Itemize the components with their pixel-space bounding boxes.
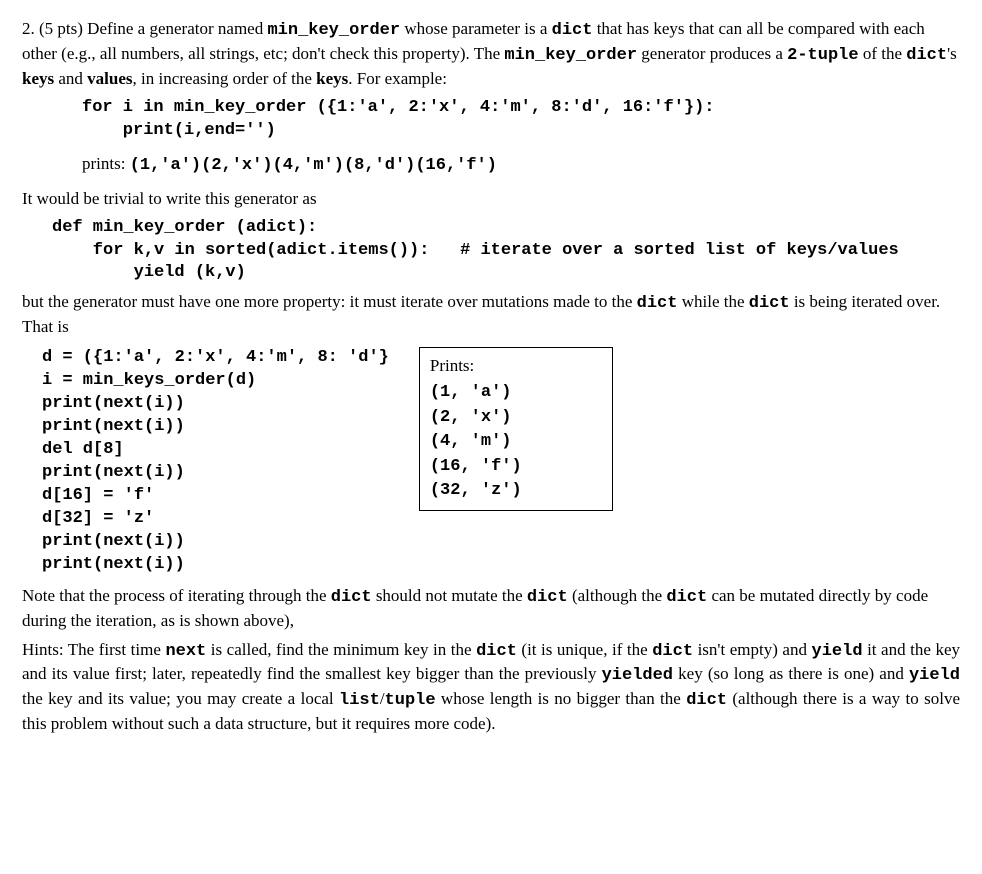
question-number: 2. (5 pts) bbox=[22, 19, 87, 38]
code-list: list bbox=[339, 691, 380, 710]
code-dict: dict bbox=[527, 588, 568, 607]
text: . For example: bbox=[348, 69, 447, 88]
code-min-key-order: min_key_order bbox=[504, 46, 637, 65]
hints-paragraph: Hints: The first time next is called, fi… bbox=[22, 639, 960, 737]
code-dict: dict bbox=[666, 588, 707, 607]
code-yield: yield bbox=[812, 642, 863, 661]
text: (it is unique, if the bbox=[517, 640, 652, 659]
text: key (so long as there is one) and bbox=[673, 664, 909, 683]
code-dict: dict bbox=[906, 46, 947, 65]
note-paragraph: Note that the process of iterating throu… bbox=[22, 585, 960, 633]
prints-output: (1,'a')(2,'x')(4,'m')(8,'d')(16,'f') bbox=[130, 156, 497, 175]
mutation-code: d = ({1:'a', 2:'x', 4:'m', 8: 'd'} i = m… bbox=[42, 347, 389, 576]
question-intro: 2. (5 pts) Define a generator named min_… bbox=[22, 18, 960, 91]
output-label: Prints: bbox=[430, 354, 522, 379]
text: Define a generator named bbox=[87, 19, 267, 38]
code-yielded: yielded bbox=[602, 666, 673, 685]
trivial-text: It would be trivial to write this genera… bbox=[22, 188, 960, 211]
text: the key and its value; you may create a … bbox=[22, 689, 339, 708]
text: should not mutate the bbox=[372, 586, 527, 605]
text: and bbox=[54, 69, 87, 88]
text: Hints: The first time bbox=[22, 640, 165, 659]
code-dict: dict bbox=[652, 642, 693, 661]
output-box: Prints: (1, 'a') (2, 'x') (4, 'm') (16, … bbox=[419, 347, 613, 511]
text: whose parameter is a bbox=[400, 19, 552, 38]
text: generator produces a bbox=[637, 44, 787, 63]
code-tuple: tuple bbox=[385, 691, 436, 710]
bold-keys: keys bbox=[316, 69, 348, 88]
code-min-key-order: min_key_order bbox=[267, 21, 400, 40]
text: but the generator must have one more pro… bbox=[22, 292, 637, 311]
code-dict: dict bbox=[331, 588, 372, 607]
example-with-output: d = ({1:'a', 2:'x', 4:'m', 8: 'd'} i = m… bbox=[42, 347, 960, 576]
text: , in increasing order of the bbox=[133, 69, 317, 88]
text: Note that the process of iterating throu… bbox=[22, 586, 331, 605]
code-2tuple: 2-tuple bbox=[787, 46, 858, 65]
text: whose length is no bigger than the bbox=[436, 689, 687, 708]
text: (although the bbox=[568, 586, 667, 605]
code-example-loop: for i in min_key_order ({1:'a', 2:'x', 4… bbox=[82, 97, 960, 143]
code-yield: yield bbox=[909, 666, 960, 685]
code-next: next bbox=[165, 642, 206, 661]
code-example-def: def min_key_order (adict): for k,v in so… bbox=[52, 217, 960, 286]
text: is called, find the minimum key in the bbox=[206, 640, 476, 659]
bold-values: values bbox=[87, 69, 132, 88]
output-lines: (1, 'a') (2, 'x') (4, 'm') (16, 'f') (32… bbox=[430, 381, 522, 504]
text: 's bbox=[947, 44, 957, 63]
bold-keys: keys bbox=[22, 69, 54, 88]
prints-line: prints: (1,'a')(2,'x')(4,'m')(8,'d')(16,… bbox=[82, 153, 960, 178]
but-paragraph: but the generator must have one more pro… bbox=[22, 291, 960, 339]
code-dict: dict bbox=[552, 21, 593, 40]
code-dict: dict bbox=[749, 294, 790, 313]
text: isn't empty) and bbox=[693, 640, 811, 659]
text: of the bbox=[859, 44, 907, 63]
code-dict: dict bbox=[476, 642, 517, 661]
code-dict: dict bbox=[686, 691, 727, 710]
prints-label: prints: bbox=[82, 154, 130, 173]
code-dict: dict bbox=[637, 294, 678, 313]
text: while the bbox=[677, 292, 748, 311]
